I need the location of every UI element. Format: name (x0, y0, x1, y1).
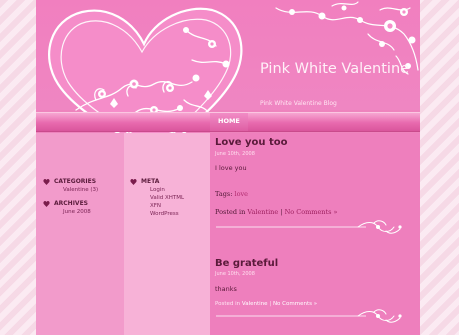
middle-sidebar (124, 133, 210, 335)
post-meta: Posted in Valentine | No Comments » (215, 208, 337, 216)
blog-header: Pink White Valentine Pink White Valentin… (36, 0, 420, 164)
tag-link-love[interactable]: love (234, 190, 248, 198)
swirl-divider-icon (216, 220, 402, 234)
heart-icon (130, 178, 137, 185)
categories-title-text: CATEGORIES (54, 178, 97, 185)
archive-link-june-2008[interactable]: June 2008 (63, 209, 91, 215)
post-tags: Tags: love (215, 190, 248, 198)
post-body: thanks (215, 285, 237, 293)
meta-link-wordpress[interactable]: WordPress (150, 211, 179, 217)
navigation-bar: HOME (36, 112, 420, 132)
meta-widget-title: META (130, 178, 159, 185)
posted-in-label: Posted in (215, 208, 246, 216)
meta-title-text: META (141, 178, 160, 185)
blog-page: Pink White Valentine Pink White Valentin… (36, 0, 420, 335)
posted-in-label: Posted in (215, 301, 241, 307)
comments-link[interactable]: No Comments » (273, 301, 317, 307)
post-title[interactable]: Love you too (215, 137, 288, 148)
nav-home-link[interactable]: HOME (210, 113, 248, 131)
archives-title-text: ARCHIVES (54, 200, 88, 207)
meta-separator: | (269, 301, 272, 307)
post-date: June 10th, 2008 (215, 271, 255, 277)
comments-link[interactable]: No Comments » (285, 208, 338, 216)
meta-link-login[interactable]: Login (150, 187, 165, 193)
meta-link-xfn[interactable]: XFN (150, 203, 161, 209)
left-sidebar (36, 133, 124, 335)
heart-icon (43, 200, 50, 207)
post-meta: Posted in Valentine | No Comments » (215, 301, 317, 307)
blog-title[interactable]: Pink White Valentine (260, 60, 410, 78)
categories-widget-title: CATEGORIES (43, 178, 96, 185)
meta-link-valid-xhtml[interactable]: Valid XHTML (150, 195, 184, 201)
archives-widget-title: ARCHIVES (43, 200, 88, 207)
post-body: I love you (215, 164, 247, 172)
meta-separator: | (280, 208, 283, 216)
heart-icon (43, 178, 50, 185)
category-link-valentine[interactable]: Valentine (3) (63, 187, 98, 193)
tags-label: Tags: (215, 190, 233, 198)
category-link[interactable]: Valentine (242, 301, 268, 307)
category-link[interactable]: Valentine (247, 208, 278, 216)
post-title[interactable]: Be grateful (215, 258, 278, 269)
swirl-divider-icon (216, 309, 402, 323)
blog-tagline: Pink White Valentine Blog (260, 100, 337, 107)
post-date: June 10th, 2008 (215, 151, 255, 157)
